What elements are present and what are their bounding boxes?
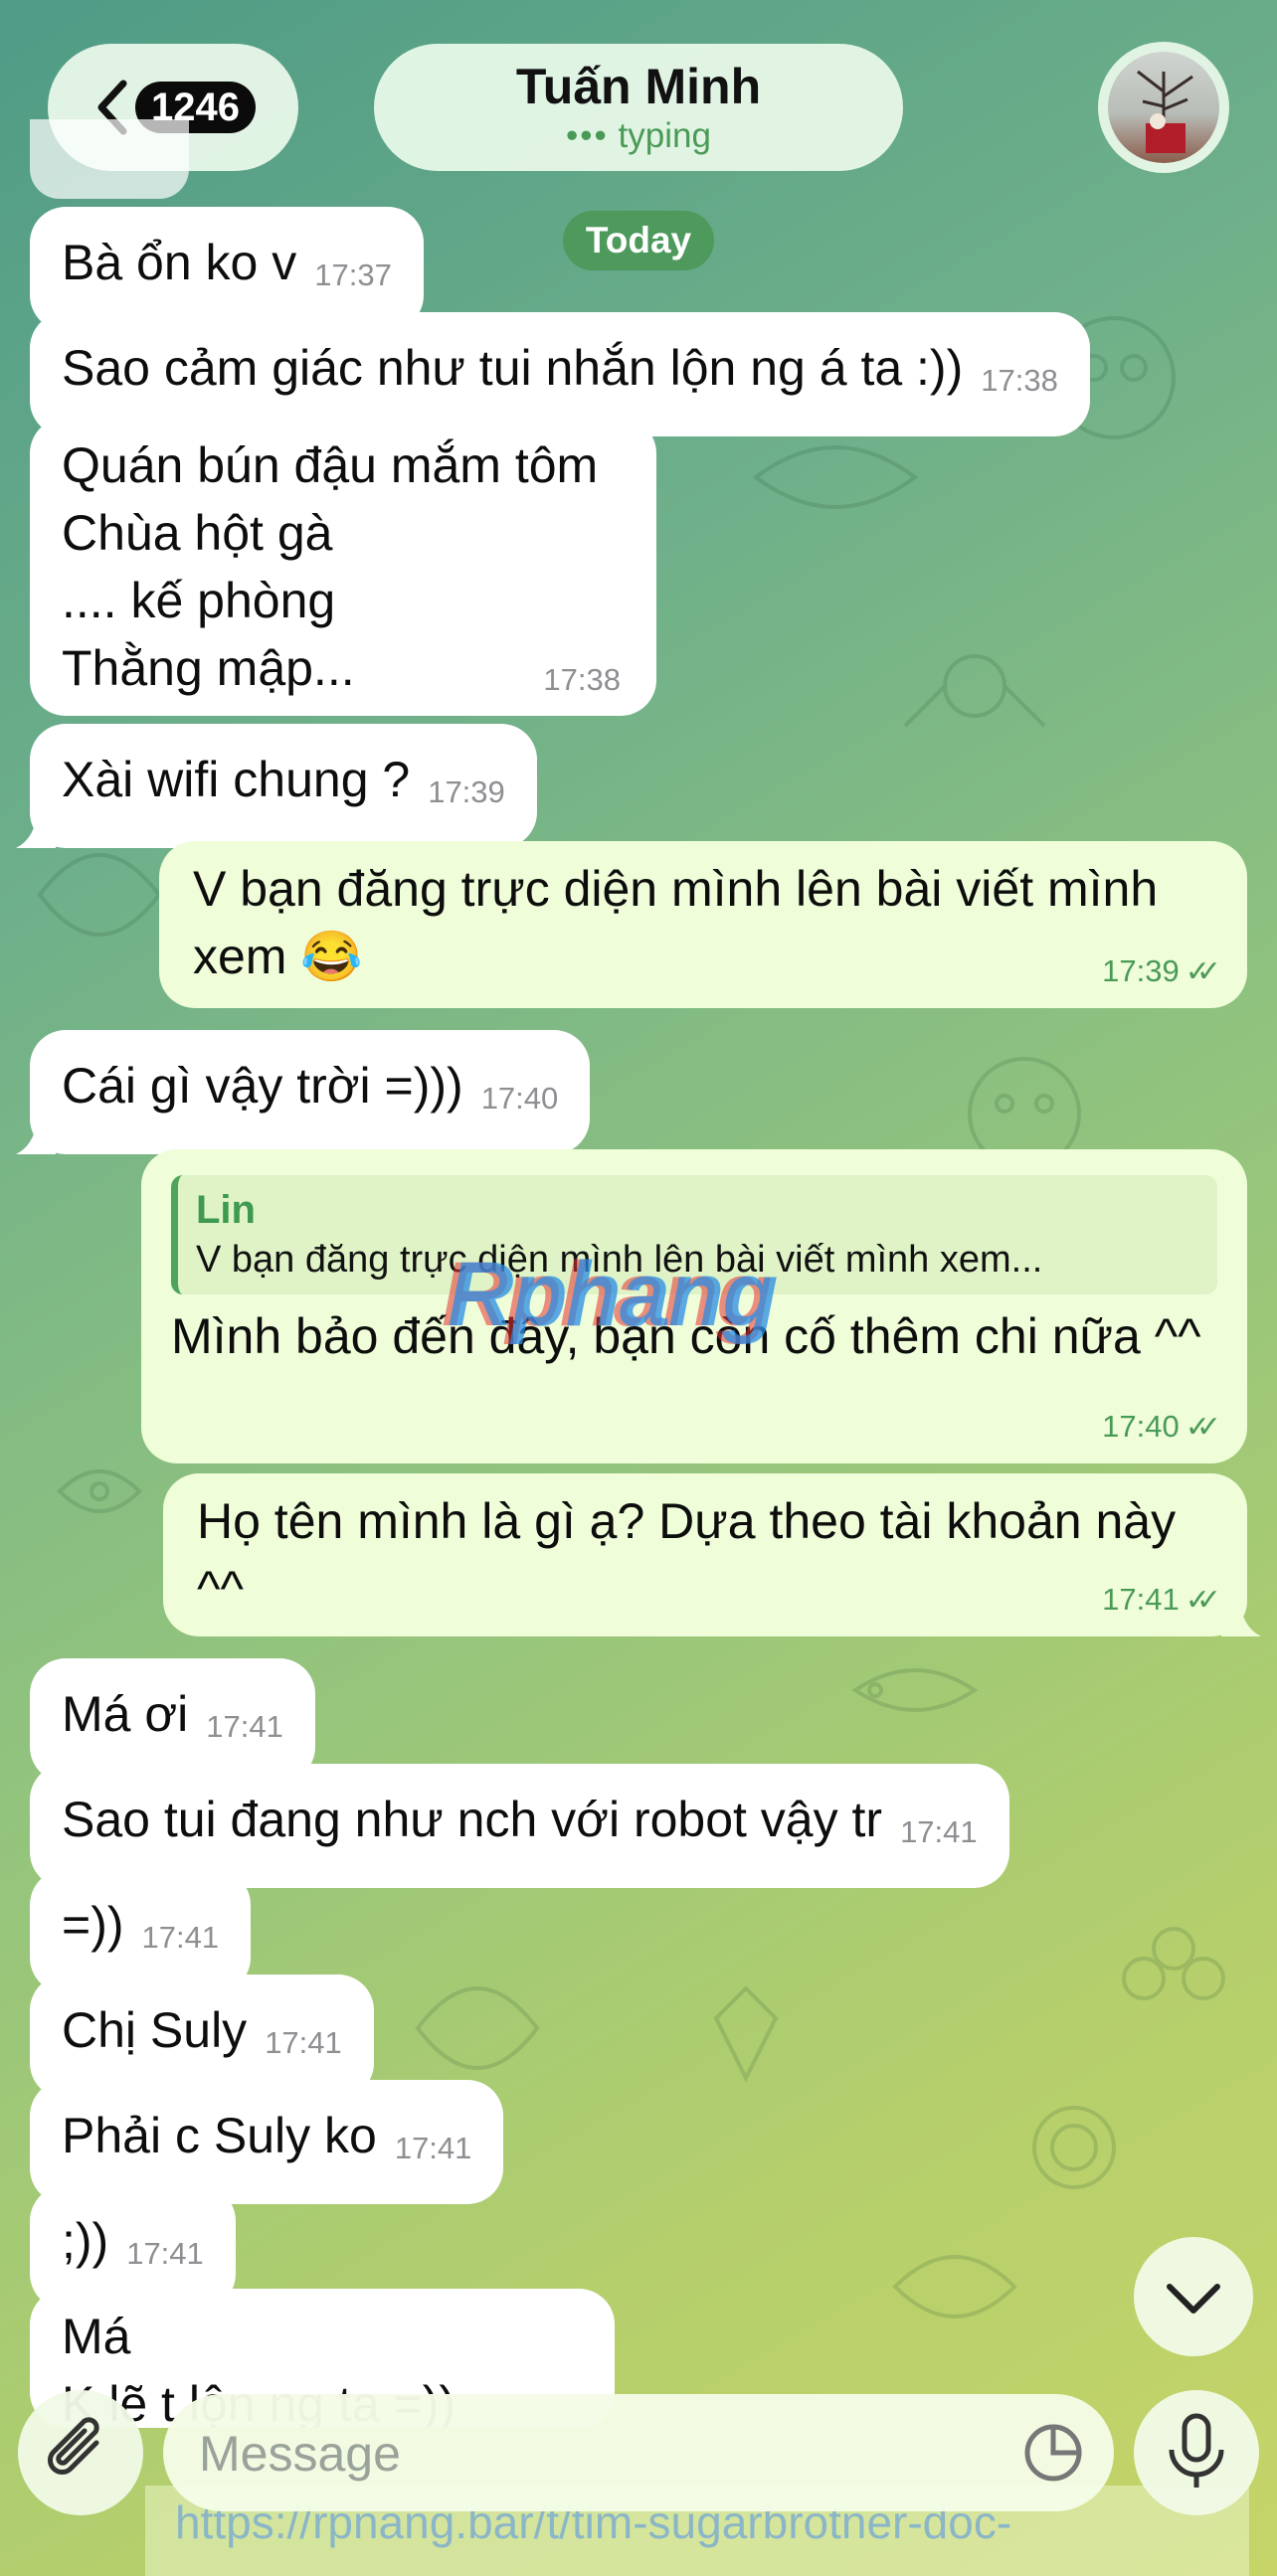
message-text: Xài wifi chung ? — [62, 752, 411, 807]
message-time: 17:41 — [394, 2131, 472, 2165]
message-text: V bạn đăng trực diện mình lên bài viết m… — [193, 861, 1173, 984]
attach-button[interactable] — [18, 2390, 143, 2515]
message-text: Bà ổn ko v — [62, 235, 297, 290]
date-badge: Today — [563, 211, 714, 270]
message-outgoing[interactable]: Họ tên mình là gì ạ? Dựa theo tài khoản … — [163, 1473, 1261, 1636]
message-text: ;)) — [62, 2213, 109, 2269]
microphone-icon — [1169, 2413, 1224, 2488]
sticker-icon[interactable] — [1018, 2418, 1088, 2488]
message-input-placeholder: Message — [199, 2426, 401, 2482]
double-check-icon: ✓✓ — [1185, 1584, 1221, 1617]
message-time: 17:40 — [480, 1081, 559, 1116]
message-time: 17:40 — [1102, 1409, 1180, 1444]
message-text: Cái gì vậy trời =))) — [62, 1058, 463, 1114]
message-status: 17:40 ✓✓ — [1102, 1407, 1221, 1448]
message-time: 17:38 — [981, 363, 1058, 398]
scroll-down-button[interactable] — [1134, 2237, 1253, 2356]
message-text: Sao tui đang như nch với robot vậy tr — [62, 1792, 883, 1847]
message-outgoing[interactable]: V bạn đăng trực diện mình lên bài viết m… — [159, 841, 1247, 1008]
avatar-image — [1137, 70, 1193, 153]
message-status: 17:41 ✓✓ — [1102, 1580, 1221, 1621]
bubble-tail — [16, 808, 56, 848]
contact-name: Tuấn Minh — [515, 59, 762, 114]
bubble-tail — [16, 1115, 56, 1154]
message-incoming[interactable]: Cái gì vậy trời =))) 17:40 — [16, 1030, 591, 1154]
contact-header[interactable]: Tuấn Minh ••• typing — [374, 44, 903, 171]
message-text: Sao cảm giác như tui nhắn lộn ng á ta :)… — [62, 340, 964, 396]
message-input[interactable]: Message — [163, 2394, 1114, 2511]
double-check-icon: ✓✓ — [1185, 955, 1221, 988]
message-incoming[interactable]: Quán bún đậu mắm tôm Chùa hột gà .... kế… — [30, 418, 656, 716]
microphone-button[interactable] — [1134, 2390, 1259, 2515]
bubble-tail — [1221, 1597, 1261, 1636]
watermark-logo: Rphang — [448, 1244, 778, 1345]
message-time: 17:41 — [141, 1920, 220, 1955]
message-time: 17:39 — [428, 774, 505, 809]
reply-sender: Lin — [196, 1188, 256, 1232]
message-text: =)) — [62, 1897, 124, 1953]
avatar-photo — [1108, 52, 1219, 163]
typing-status: ••• typing — [566, 116, 711, 155]
message-time: 17:38 — [543, 662, 621, 697]
message-text: Chị Suly — [62, 2002, 248, 2058]
message-time: 17:41 — [265, 2025, 342, 2060]
message-time: 17:41 — [1102, 1582, 1180, 1617]
message-text: Má ơi — [62, 1686, 189, 1742]
message-time: 17:41 — [126, 2236, 204, 2271]
contact-avatar[interactable] — [1098, 42, 1229, 173]
typing-dots-icon: ••• — [566, 116, 609, 155]
message-text: Quán bún đậu mắm tôm Chùa hột gà .... kế… — [62, 437, 599, 696]
double-check-icon: ✓✓ — [1185, 1411, 1221, 1444]
message-time: 17:37 — [314, 258, 392, 292]
message-time: 17:39 — [1102, 953, 1180, 988]
message-time: 17:41 — [206, 1709, 283, 1744]
message-incoming[interactable]: Xài wifi chung ? 17:39 — [16, 724, 537, 848]
chevron-down-icon — [1167, 2284, 1220, 2314]
message-text: Phải c Suly ko — [62, 2108, 377, 2163]
message-text: Họ tên mình là gì ạ? Dựa theo tài khoản … — [197, 1493, 1189, 1617]
message-time: 17:41 — [900, 1814, 978, 1849]
paperclip-icon — [48, 2417, 99, 2475]
message-status: 17:39 ✓✓ — [1102, 951, 1221, 992]
message-bubble-partial — [30, 119, 189, 199]
